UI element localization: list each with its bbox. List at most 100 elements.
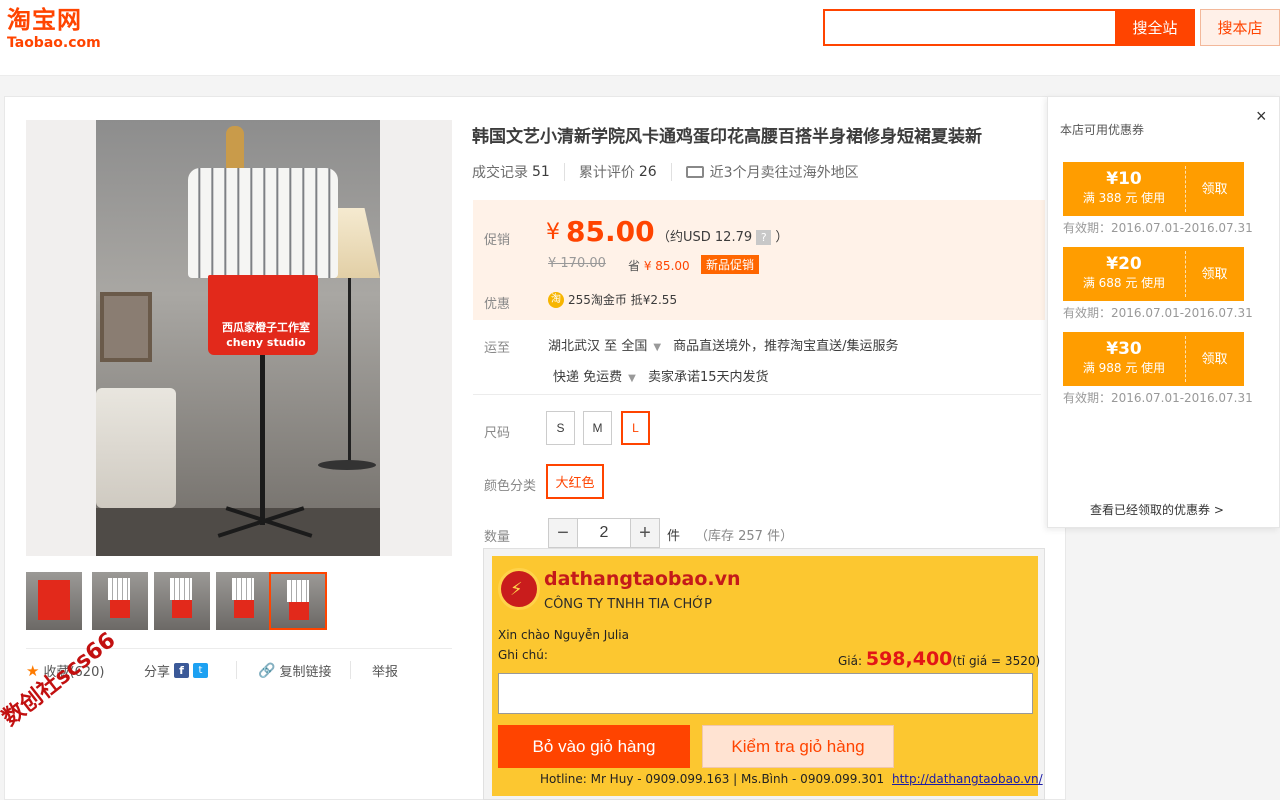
shipping-row: 湖北武汉 至 全国 ▼ 商品直送境外，推荐淘宝直送/集运服务 (548, 335, 899, 354)
main-product-image[interactable]: 西瓜家橙子工作室 cheny studio (26, 120, 452, 556)
usd-text: （约USD 12.79 (657, 230, 753, 245)
thumbnail[interactable] (26, 572, 82, 630)
search-all-button[interactable]: 搜全站 (1115, 9, 1195, 46)
coin-icon: 淘 (548, 291, 564, 308)
sofa (96, 388, 176, 508)
item-stats: 成交记录 51 累计评价 26 近3个月卖往过海外地区 (472, 162, 859, 182)
claim-coupon-button[interactable]: 领取 (1185, 332, 1244, 386)
hotline-text: Hotline: Mr Huy - 0909.099.163 | Ms.Bình… (540, 772, 1043, 786)
chevron-down-icon[interactable]: ▼ (653, 342, 661, 353)
divider (236, 661, 237, 679)
lamp-base (318, 460, 376, 470)
watermark-line: 西瓜家橙子工作室 (222, 321, 310, 334)
coupon-validity: 有效期：2016.07.01-2016.07.31 (1063, 306, 1253, 320)
coupon-amount: ¥30 (1106, 339, 1142, 359)
close-icon[interactable]: × (1256, 106, 1267, 127)
note-label: Ghi chú: (498, 648, 548, 662)
logo-text-en: Taobao.com (7, 35, 101, 51)
divider (473, 394, 1041, 395)
product-photo-scene: 西瓜家橙子工作室 cheny studio (96, 120, 380, 556)
taobao-logo[interactable]: 淘宝网 Taobao.com (7, 5, 101, 51)
save-text: 省 ¥ 85.00 (628, 257, 690, 274)
coupon-amount: ¥10 (1106, 169, 1142, 189)
extension-company: CÔNG TY TNHH TIA CHỚP (544, 597, 712, 612)
coupon-amount: ¥20 (1106, 254, 1142, 274)
size-option-l[interactable]: L (621, 411, 650, 445)
floor (96, 508, 380, 556)
price-usd: （约USD 12.79 ? ） (657, 226, 788, 245)
chevron-down-icon[interactable]: ▼ (628, 373, 636, 384)
quantity-label: 数量 (484, 530, 511, 545)
deals-label[interactable]: 成交记录 (472, 162, 528, 182)
copy-link-button[interactable]: 🔗 复制链接 (258, 661, 332, 681)
quantity-unit: 件 (667, 529, 681, 544)
coin-text: 255淘金币 抵¥2.55 (568, 293, 678, 307)
check-cart-button[interactable]: Kiểm tra giỏ hàng (702, 725, 894, 768)
watermark-line: cheny studio (226, 336, 306, 349)
price-currency: ¥ (546, 220, 560, 245)
delivery-method-select[interactable]: 快递 免运费 (553, 370, 622, 385)
size-option-m[interactable]: M (583, 411, 612, 445)
extension-brand[interactable]: dathangtaobao.vn (544, 568, 741, 590)
lamp-pole (348, 278, 351, 468)
deals-count: 51 (532, 164, 550, 180)
ship-from: 湖北武汉 (548, 339, 601, 354)
thumbnail[interactable] (92, 572, 148, 630)
thumbnail-active[interactable] (269, 572, 327, 630)
ship-service: 商品直送境外，推荐淘宝直送/集运服务 (673, 339, 899, 354)
reviews-label[interactable]: 累计评价 (579, 162, 635, 182)
ship-to-word: 至 (604, 339, 618, 354)
size-option-s[interactable]: S (546, 411, 575, 445)
blouse (188, 168, 338, 278)
site-link[interactable]: http://dathangtaobao.vn/ (892, 772, 1043, 786)
report-link[interactable]: 举报 (372, 661, 398, 680)
divider (563, 163, 565, 181)
note-textarea[interactable] (498, 673, 1033, 714)
minus-button[interactable]: − (548, 518, 578, 548)
vnd-price-value: 598,400 (865, 648, 953, 670)
divider (670, 163, 672, 181)
report-label: 举报 (372, 665, 399, 680)
thumbnail[interactable] (154, 572, 210, 630)
help-icon[interactable]: ? (756, 230, 772, 245)
ship-dest-select[interactable]: 全国 (621, 339, 647, 354)
color-option[interactable]: 大红色 (546, 464, 604, 499)
price-prefix: Giá: (838, 654, 863, 668)
divider (350, 661, 351, 679)
search-input[interactable] (823, 9, 1117, 46)
top-header: 淘宝网 Taobao.com 搜全站 搜本店 (0, 0, 1280, 76)
coupon-condition: 满 988 元 使用 (1082, 361, 1166, 375)
promo-label: 促销 (484, 233, 511, 248)
original-price: ¥ 170.00 (548, 256, 606, 271)
twitter-icon[interactable]: t (193, 663, 209, 678)
reviews-count: 26 (638, 164, 657, 180)
quantity-stepper: − + (548, 518, 660, 548)
save-prefix: 省 (628, 259, 641, 273)
share-group: 分享 f t (144, 661, 209, 680)
discount-label: 优惠 (484, 297, 511, 312)
vnd-price: Giá: 598,400(tỉ giá = 3520) (838, 648, 1040, 670)
search-shop-button[interactable]: 搜本店 (1200, 9, 1280, 46)
claim-coupon-button[interactable]: 领取 (1185, 247, 1244, 301)
hotline-numbers: Hotline: Mr Huy - 0909.099.163 | Ms.Bình… (540, 772, 885, 786)
quantity-input[interactable] (578, 518, 630, 548)
claim-coupon-button[interactable]: 领取 (1185, 162, 1244, 216)
thumbnail[interactable] (216, 572, 272, 630)
add-to-cart-button[interactable]: Bỏ vào giỏ hàng (498, 725, 690, 768)
facebook-icon[interactable]: f (174, 663, 190, 678)
delivery-row: 快递 免运费 ▼ 卖家承诺15天内发货 (553, 366, 769, 385)
copy-link-label: 复制链接 (279, 665, 332, 680)
coupon-condition: 满 388 元 使用 (1082, 191, 1166, 205)
user-greeting: Xin chào Nguyễn Julia (498, 628, 629, 642)
wall-picture (100, 292, 152, 362)
share-label: 分享 (144, 665, 171, 680)
truck-icon (685, 166, 704, 178)
mannequin-stand (260, 355, 265, 525)
save-amount: ¥ 85.00 (643, 259, 690, 273)
view-claimed-coupons-link[interactable]: 查看已经领取的优惠券 > (1090, 501, 1224, 518)
ship-to-label: 运至 (484, 341, 511, 356)
coupon-info: ¥20 满 688 元 使用 (1063, 247, 1185, 301)
photo-watermark: 西瓜家橙子工作室 cheny studio (222, 320, 310, 350)
plus-button[interactable]: + (630, 518, 660, 548)
coupon-panel-title: 本店可用优惠券 (1060, 123, 1145, 137)
